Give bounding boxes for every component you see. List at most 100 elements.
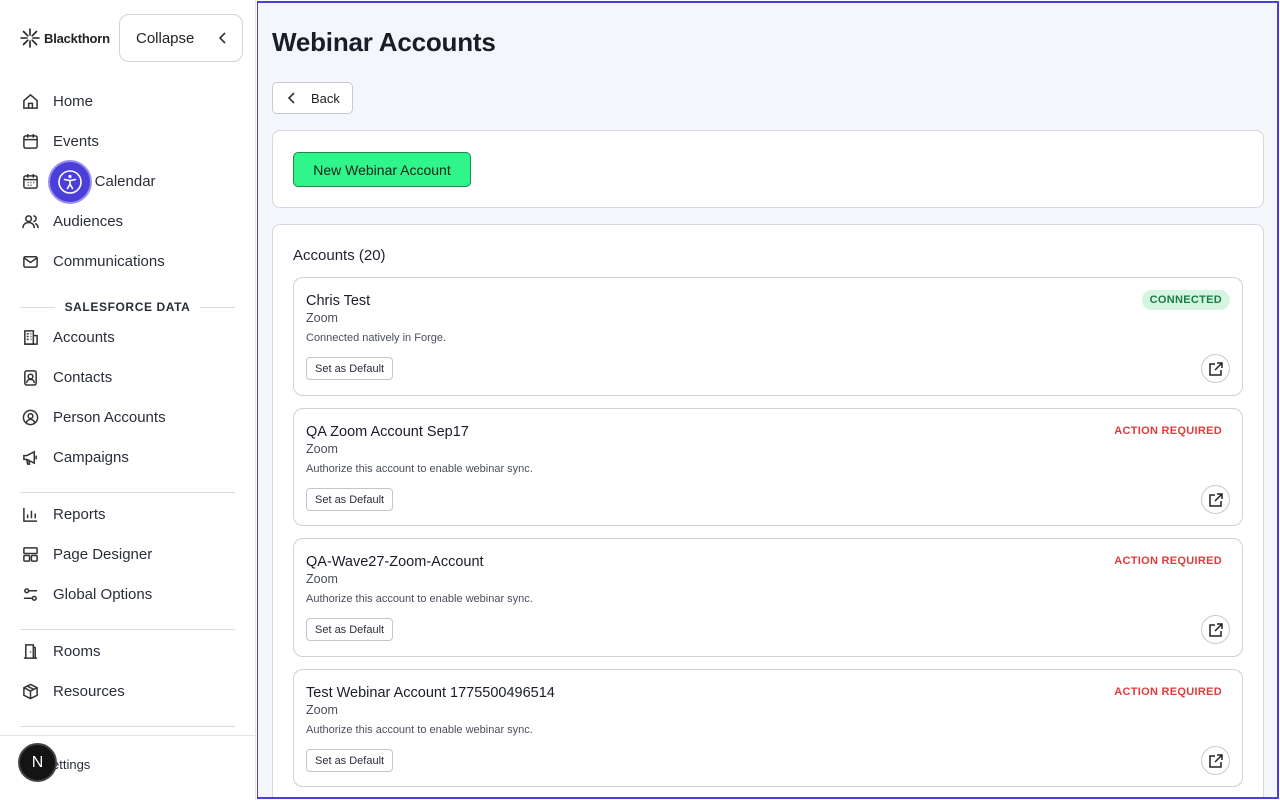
set-default-button[interactable]: Set as Default: [306, 618, 394, 641]
status-badge: CONNECTED: [1141, 290, 1230, 310]
open-external-button[interactable]: [1201, 485, 1230, 514]
nav-rooms[interactable]: Rooms: [22, 643, 101, 660]
accounts-card: Accounts (20) Chris Test Zoom Connected …: [272, 224, 1264, 797]
nav-audiences[interactable]: Audiences: [22, 213, 123, 230]
section-title-label: SALESFORCE DATA: [64, 300, 191, 314]
account-name: Chris Test: [306, 293, 371, 309]
door-icon: [23, 644, 38, 659]
account-card: QA Zoom Account Sep17 Zoom Authorize thi…: [293, 408, 1243, 526]
set-default-button[interactable]: Set as Default: [306, 357, 394, 380]
main-content: Webinar Accounts Back New Webinar Accoun…: [257, 1, 1279, 799]
accessibility-button[interactable]: [48, 160, 92, 204]
avatar[interactable]: N: [18, 743, 57, 782]
chevron-left-icon: [287, 92, 295, 104]
set-default-button[interactable]: Set as Default: [306, 488, 394, 511]
account-card: QA-Wave27-Zoom-Account Zoom Authorize th…: [293, 538, 1243, 657]
page-title: Webinar Accounts: [272, 27, 496, 57]
account-provider: Zoom: [306, 311, 338, 325]
nav-accounts-label: Accounts: [53, 329, 115, 346]
divider: [20, 306, 55, 308]
home-icon: [23, 93, 38, 109]
status-badge: ACTION REQUIRED: [1114, 425, 1222, 437]
account-provider: Zoom: [306, 703, 338, 717]
nav-communications[interactable]: Communications: [22, 253, 165, 270]
nav-reports-label: Reports: [53, 506, 106, 523]
layout-icon: [23, 547, 38, 562]
brand-name: Blackthorn: [44, 30, 110, 46]
nav-contacts[interactable]: Contacts: [22, 369, 112, 386]
divider: [200, 306, 236, 308]
brand-logo[interactable]: Blackthorn: [20, 28, 110, 48]
divider: [0, 735, 256, 736]
nav-page-designer-label: Page Designer: [53, 546, 153, 563]
nav-home-label: Home: [53, 93, 94, 110]
users-icon: [22, 215, 39, 229]
user-circle-icon: [22, 409, 39, 426]
building-icon: [24, 330, 38, 345]
account-description: Authorize this account to enable webinar…: [306, 463, 533, 475]
nav-campaigns-label: Campaigns: [53, 449, 129, 466]
nav-rooms-label: Rooms: [53, 643, 101, 660]
nav-events[interactable]: Events: [22, 133, 99, 150]
nav-person-accounts-label: Person Accounts: [53, 409, 166, 426]
open-external-button[interactable]: [1201, 615, 1230, 644]
account-name: QA-Wave27-Zoom-Account: [306, 554, 484, 570]
calendar-icon: [23, 133, 38, 149]
mail-icon: [23, 256, 38, 268]
nav-home[interactable]: Home: [22, 93, 93, 110]
calendar-grid-icon: [23, 173, 38, 189]
bar-chart-icon: [23, 507, 38, 522]
status-badge: ACTION REQUIRED: [1114, 686, 1222, 698]
external-link-icon: [1208, 361, 1223, 376]
account-name: QA Zoom Account Sep17: [306, 424, 469, 440]
box-icon: [23, 683, 38, 700]
external-link-icon: [1208, 492, 1223, 507]
collapse-button[interactable]: Collapse: [119, 14, 243, 62]
nav-communications-label: Communications: [53, 253, 165, 270]
account-card: Chris Test Zoom Connected natively in Fo…: [293, 277, 1243, 396]
nav-events-label: Events: [53, 133, 99, 150]
open-external-button[interactable]: [1201, 354, 1230, 383]
open-external-button[interactable]: [1201, 746, 1230, 775]
external-link-icon: [1208, 753, 1223, 768]
status-badge: ACTION REQUIRED: [1114, 555, 1222, 567]
accessibility-icon: [58, 170, 82, 194]
nav-audiences-label: Audiences: [53, 213, 124, 230]
nav-resources-label: Resources: [53, 683, 125, 700]
nav-page-designer[interactable]: Page Designer: [22, 546, 152, 563]
account-description: Authorize this account to enable webinar…: [306, 724, 533, 736]
divider: [20, 629, 235, 630]
contact-card-icon: [24, 370, 37, 386]
megaphone-icon: [23, 450, 37, 465]
back-button[interactable]: Back: [272, 82, 353, 114]
account-description: Connected natively in Forge.: [306, 332, 447, 344]
account-provider: Zoom: [306, 442, 338, 456]
nav-contacts-label: Contacts: [53, 369, 113, 386]
chevron-left-icon: [219, 32, 226, 44]
new-webinar-account-button[interactable]: New Webinar Account: [293, 152, 471, 187]
account-name: Test Webinar Account 1775500496514: [306, 685, 555, 701]
account-card: Test Webinar Account 1775500496514 Zoom …: [293, 669, 1243, 787]
section-salesforce-data: SALESFORCE DATA: [20, 300, 236, 314]
external-link-icon: [1208, 622, 1223, 637]
divider: [20, 492, 235, 493]
nav-campaigns[interactable]: Campaigns: [22, 449, 129, 466]
nav-resources[interactable]: Resources: [22, 683, 125, 700]
nav-settings-label[interactable]: ettings: [52, 757, 90, 772]
nav-calendar-label: s Calendar: [83, 173, 156, 190]
accounts-heading: Accounts (20): [293, 247, 386, 264]
nav-accounts[interactable]: Accounts: [22, 329, 115, 346]
collapse-label: Collapse: [136, 29, 195, 47]
set-default-button[interactable]: Set as Default: [306, 749, 394, 772]
account-provider: Zoom: [306, 572, 338, 586]
nav-global-options-label: Global Options: [53, 586, 153, 603]
blackthorn-logo-icon: [20, 28, 40, 48]
account-description: Authorize this account to enable webinar…: [306, 593, 533, 605]
nav-reports[interactable]: Reports: [22, 506, 106, 523]
actions-card: New Webinar Account: [272, 130, 1264, 208]
nav-global-options[interactable]: Global Options: [22, 586, 152, 603]
sidebar: Blackthorn Collapse Home Events s Calend…: [0, 0, 256, 800]
nav-person-accounts[interactable]: Person Accounts: [22, 409, 166, 426]
divider: [20, 726, 235, 727]
back-label: Back: [311, 90, 340, 106]
